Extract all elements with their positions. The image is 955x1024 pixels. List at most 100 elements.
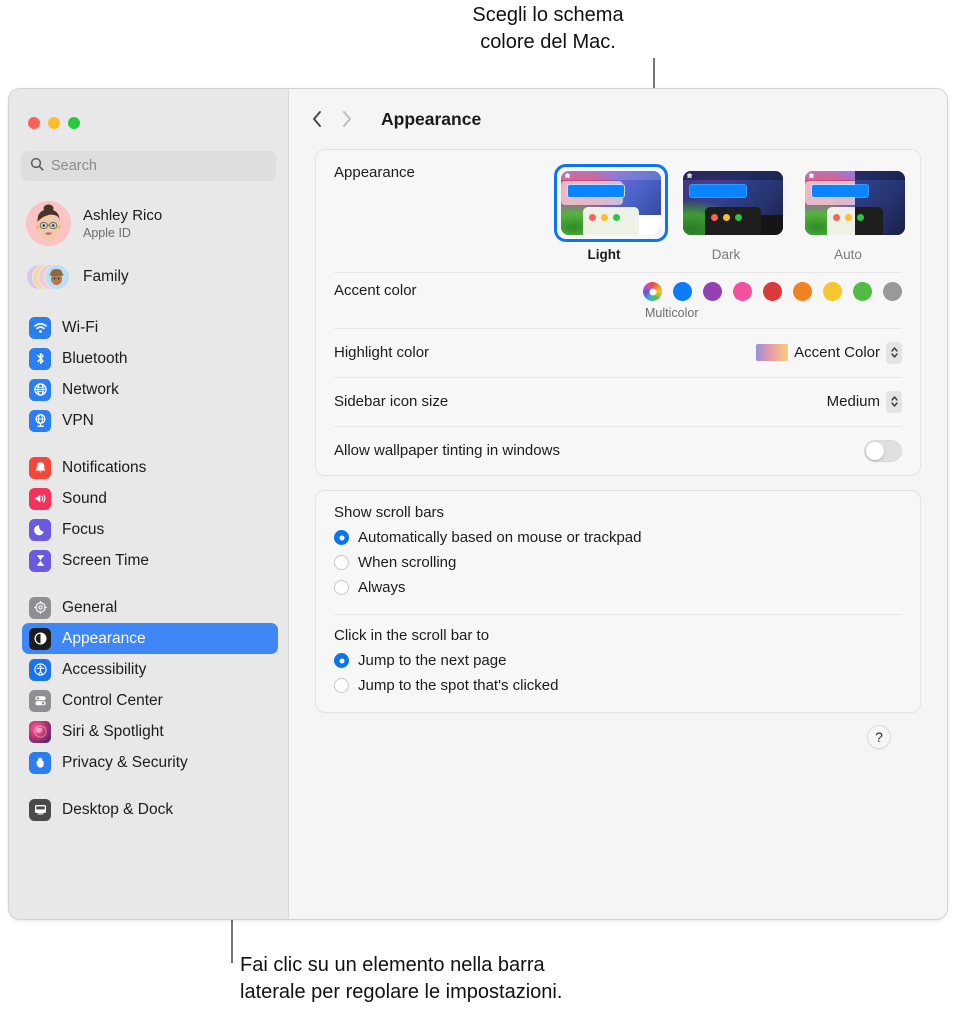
globe-icon	[29, 378, 51, 401]
accessibility-icon	[29, 658, 51, 681]
search-icon	[30, 157, 44, 176]
sidebar-item-general[interactable]: General	[22, 592, 278, 623]
theme-thumbnail-dark	[683, 171, 783, 235]
sidebar-group-system: Notifications Sound Focus Screen Time	[9, 452, 288, 576]
sidebar-item-privacy-security[interactable]: Privacy & Security	[22, 747, 278, 778]
gear-icon	[29, 596, 51, 619]
theme-label: Auto	[834, 247, 862, 262]
help-button[interactable]: ?	[867, 725, 891, 749]
forward-button[interactable]	[340, 109, 353, 129]
accent-swatch-orange[interactable]	[793, 282, 812, 301]
theme-thumb-wrap	[554, 164, 668, 242]
sidebar-item-focus[interactable]: Focus	[22, 514, 278, 545]
search-input[interactable]	[51, 158, 267, 174]
sidebar-item-siri-spotlight[interactable]: Siri & Spotlight	[22, 716, 278, 747]
accent-swatch-multicolor[interactable]	[643, 282, 662, 301]
annotation-top: Scegli lo schema colore del Mac.	[472, 4, 624, 53]
sidebar-icon-size-label: Sidebar icon size	[334, 393, 449, 410]
radio-button[interactable]	[334, 653, 349, 668]
sidebar-item-label: Sound	[62, 489, 107, 507]
radio-scrollbars-automatic[interactable]: Automatically based on mouse or trackpad	[334, 525, 902, 550]
sidebar-item-label: Screen Time	[62, 551, 150, 569]
radio-button[interactable]	[334, 555, 349, 570]
sidebar-item-accessibility[interactable]: Accessibility	[22, 654, 278, 685]
search-field[interactable]	[21, 151, 276, 181]
bell-icon	[29, 456, 51, 479]
account-row[interactable]: Ashley Rico Apple ID	[22, 197, 278, 250]
wallpaper-tinting-toggle[interactable]	[864, 439, 902, 462]
radio-label: Always	[358, 579, 406, 596]
sidebar-item-network[interactable]: Network	[22, 374, 278, 405]
theme-label: Light	[587, 247, 621, 262]
sidebar-item-screen-time[interactable]: Screen Time	[22, 545, 278, 576]
show-scroll-bars-label: Show scroll bars	[334, 504, 445, 521]
sidebar-item-bluetooth[interactable]: Bluetooth	[22, 343, 278, 374]
sidebar-item-label: Wi-Fi	[62, 318, 99, 336]
appearance-label: Appearance	[334, 164, 415, 181]
sidebar-group-network: Wi-Fi Bluetooth Network VPN	[9, 312, 288, 436]
sidebar-item-label: Network	[62, 380, 119, 398]
radio-button[interactable]	[334, 678, 349, 693]
highlight-color-popup[interactable]: Accent Color	[756, 341, 902, 364]
contrast-icon	[29, 627, 51, 650]
minimize-button[interactable]	[48, 117, 60, 129]
sidebar-icon-size-row: Sidebar icon size Medium	[316, 377, 920, 426]
highlight-color-label: Highlight color	[334, 344, 430, 361]
accent-swatch-yellow[interactable]	[823, 282, 842, 301]
radio-click-spot-clicked[interactable]: Jump to the spot that's clicked	[334, 673, 902, 698]
radio-label: Jump to the next page	[358, 652, 507, 669]
accent-swatch-graphite[interactable]	[883, 282, 902, 301]
radio-scrollbars-when-scrolling[interactable]: When scrolling	[334, 550, 902, 575]
close-button[interactable]	[28, 117, 40, 129]
vpn-icon	[29, 409, 51, 432]
radio-click-next-page[interactable]: Jump to the next page	[334, 648, 902, 673]
accent-swatch-purple[interactable]	[703, 282, 722, 301]
sidebar-item-notifications[interactable]: Notifications	[22, 452, 278, 483]
accent-swatch-blue[interactable]	[673, 282, 692, 301]
speaker-icon	[29, 487, 51, 510]
hourglass-icon	[29, 549, 51, 572]
theme-options: Light Dark Auto	[554, 164, 905, 262]
appearance-card: Appearance Light Dark Auto Accent color …	[315, 149, 921, 476]
wallpaper-tinting-label: Allow wallpaper tinting in windows	[334, 442, 560, 459]
theme-option-dark[interactable]: Dark	[676, 164, 783, 262]
scroll-bar-click-label: Click in the scroll bar to	[334, 627, 490, 644]
toolbar: Appearance	[289, 89, 947, 149]
family-row[interactable]: Family	[22, 258, 278, 296]
content-area: Appearance Light Dark Auto Accent color …	[289, 149, 947, 749]
sidebar-item-desktop-dock[interactable]: Desktop & Dock	[22, 794, 278, 825]
hand-icon	[29, 751, 51, 774]
bluetooth-icon	[29, 347, 51, 370]
sidebar-item-sound[interactable]: Sound	[22, 483, 278, 514]
sidebar-item-control-center[interactable]: Control Center	[22, 685, 278, 716]
highlight-color-value: Accent Color	[794, 344, 880, 361]
moon-icon	[29, 518, 51, 541]
sidebar-icon-size-popup[interactable]: Medium	[827, 390, 902, 413]
sidebar-item-label: Desktop & Dock	[62, 800, 174, 818]
sidebar-item-wi-fi[interactable]: Wi-Fi	[22, 312, 278, 343]
sidebar-item-label: General	[62, 598, 118, 616]
traffic-lights	[9, 89, 288, 129]
accent-swatch-pink[interactable]	[733, 282, 752, 301]
accent-swatch-green[interactable]	[853, 282, 872, 301]
theme-thumb-wrap	[798, 164, 912, 242]
siri-icon	[29, 720, 51, 743]
theme-option-light[interactable]: Light	[554, 164, 668, 262]
theme-thumbnail-light	[561, 171, 661, 235]
sidebar-item-label: VPN	[62, 411, 94, 429]
family-label: Family	[83, 268, 129, 285]
sidebar-item-label: Accessibility	[62, 660, 147, 678]
theme-option-auto[interactable]: Auto	[798, 164, 905, 262]
accent-swatch-red[interactable]	[763, 282, 782, 301]
sidebar-item-vpn[interactable]: VPN	[22, 405, 278, 436]
radio-scrollbars-always[interactable]: Always	[334, 575, 902, 600]
back-button[interactable]	[311, 109, 324, 129]
theme-label: Dark	[711, 247, 741, 262]
radio-button[interactable]	[334, 530, 349, 545]
sidebar-item-appearance[interactable]: Appearance	[22, 623, 278, 654]
sidebar-item-label: Notifications	[62, 458, 147, 476]
zoom-button[interactable]	[68, 117, 80, 129]
accent-swatches	[643, 282, 902, 301]
radio-button[interactable]	[334, 580, 349, 595]
radio-label: When scrolling	[358, 554, 457, 571]
